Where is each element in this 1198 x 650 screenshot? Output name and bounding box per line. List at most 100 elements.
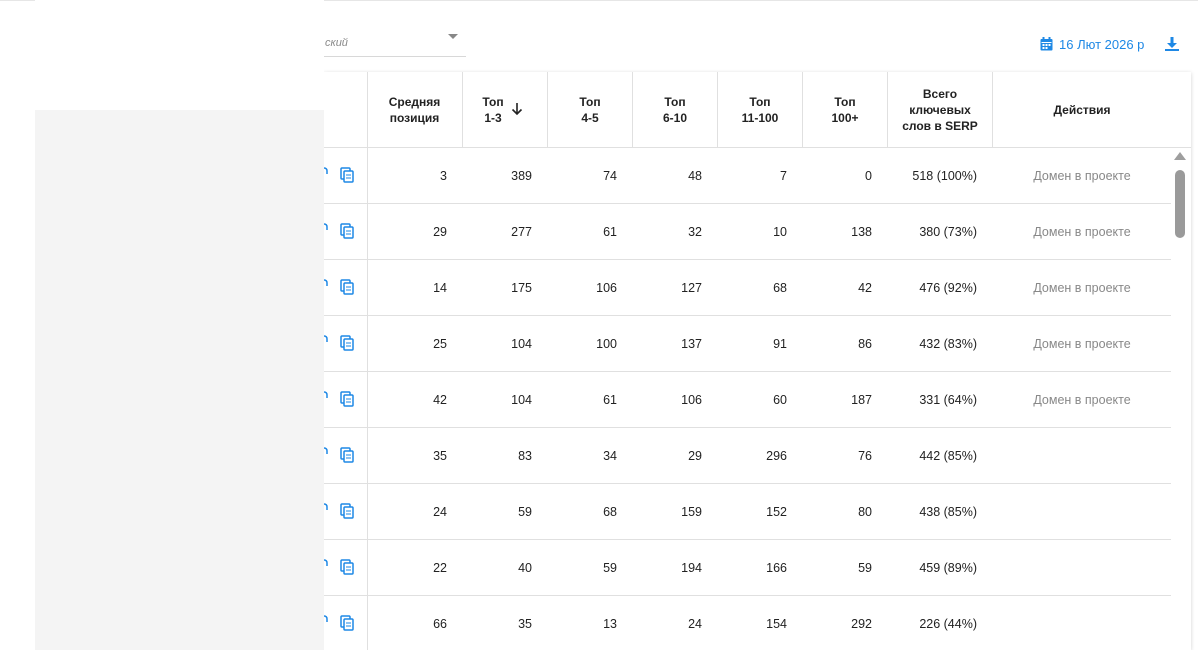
table-row: 3 389 74 48 7 0 518 (100%) Домен в проекте: [324, 148, 1171, 204]
table-row: 35 83 34 29 296 76 442 (85%): [324, 428, 1171, 484]
date-label: 16 Лют 2026 р: [1059, 36, 1145, 52]
search-engine-select[interactable]: ский: [315, 28, 466, 57]
link-icon-fragment: [324, 335, 328, 342]
cell-total-serp: 432 (83%): [919, 336, 977, 351]
cell-action: Домен в проекте: [1033, 280, 1131, 295]
cell-top-6-10: 159: [681, 504, 702, 519]
date-picker-button[interactable]: 16 Лют 2026 р: [1040, 36, 1144, 52]
side-panel: [35, 110, 324, 650]
cell-top-6-10: 106: [681, 392, 702, 407]
table-row: 66 35 13 24 154 292 226 (44%): [324, 596, 1171, 650]
cell-top-6-10: 32: [688, 224, 702, 239]
cell-action: [993, 596, 1171, 650]
scroll-up-arrow-icon[interactable]: [1174, 152, 1186, 160]
chevron-down-icon: [448, 34, 458, 39]
copy-icon[interactable]: [340, 335, 354, 351]
link-icon-fragment: [324, 503, 328, 510]
cell-total-serp: 476 (92%): [919, 280, 977, 295]
cell-top-100-plus: 138: [851, 224, 872, 239]
cell-top-11-100: 60: [773, 392, 787, 407]
cell-top-6-10: 127: [681, 280, 702, 295]
header-top-11-100[interactable]: Топ 11-100: [718, 72, 803, 147]
link-icon-fragment: [324, 167, 328, 174]
link-icon-fragment: [324, 615, 328, 622]
side-panel-top: [35, 0, 324, 110]
cell-avg-position: 22: [433, 560, 447, 575]
link-icon-fragment: [324, 447, 328, 454]
scrollbar-thumb[interactable]: [1175, 170, 1185, 238]
cell-top-1-3: 175: [511, 280, 532, 295]
cell-top-11-100: 296: [766, 448, 787, 463]
cell-top-100-plus: 42: [858, 280, 872, 295]
copy-icon[interactable]: [340, 391, 354, 407]
cell-avg-position: 25: [433, 336, 447, 351]
cell-avg-position: 3: [440, 168, 447, 183]
copy-icon[interactable]: [340, 447, 354, 463]
cell-top-1-3: 35: [518, 616, 532, 631]
cell-top-1-3: 104: [511, 392, 532, 407]
cell-top-100-plus: 80: [858, 504, 872, 519]
cell-avg-position: 24: [433, 504, 447, 519]
cell-total-serp: 380 (73%): [919, 224, 977, 239]
cell-top-11-100: 166: [766, 560, 787, 575]
cell-top-100-plus: 76: [858, 448, 872, 463]
cell-top-4-5: 100: [596, 336, 617, 351]
header-top-4-5[interactable]: Топ 4-5: [548, 72, 633, 147]
cell-top-11-100: 154: [766, 616, 787, 631]
header-total-serp[interactable]: Всего ключевых слов в SERP: [888, 72, 993, 147]
copy-icon[interactable]: [340, 167, 354, 183]
cell-total-serp: 226 (44%): [919, 616, 977, 631]
table-row: 22 40 59 194 166 59 459 (89%): [324, 540, 1171, 596]
domains-table: Средняя позиция Топ 1-3 Топ 4-5 Топ 6-10 Топ…: [324, 72, 1191, 650]
cell-total-serp: 459 (89%): [919, 560, 977, 575]
table-body: 3 389 74 48 7 0 518 (100%) Домен в проекте 29 277…: [324, 148, 1171, 650]
cell-action: Домен в проекте: [1033, 168, 1131, 183]
cell-top-4-5: 59: [603, 560, 617, 575]
cell-action: Домен в проекте: [1033, 392, 1131, 407]
copy-icon[interactable]: [340, 503, 354, 519]
cell-top-4-5: 13: [603, 616, 617, 631]
cell-total-serp: 331 (64%): [919, 392, 977, 407]
copy-icon[interactable]: [340, 615, 354, 631]
cell-top-6-10: 48: [688, 168, 702, 183]
table-row: 25 104 100 137 91 86 432 (83%) Домен в проекте: [324, 316, 1171, 372]
copy-icon[interactable]: [340, 223, 354, 239]
cell-top-4-5: 74: [603, 168, 617, 183]
cell-top-11-100: 68: [773, 280, 787, 295]
header-actions: Действия: [1053, 102, 1111, 117]
column-divider: [367, 72, 368, 650]
calendar-icon: [1040, 37, 1053, 51]
cell-top-1-3: 389: [511, 168, 532, 183]
table-row: 14 175 106 127 68 42 476 (92%) Домен в проекте: [324, 260, 1171, 316]
link-icon-fragment: [324, 279, 328, 286]
cell-top-100-plus: 187: [851, 392, 872, 407]
header-top-100-plus[interactable]: Топ 100+: [803, 72, 888, 147]
cell-top-4-5: 34: [603, 448, 617, 463]
cell-top-1-3: 104: [511, 336, 532, 351]
cell-top-4-5: 61: [603, 224, 617, 239]
cell-top-100-plus: 0: [865, 168, 872, 183]
cell-top-4-5: 61: [603, 392, 617, 407]
header-avg-position[interactable]: Средняя позиция: [367, 72, 463, 147]
download-button[interactable]: [1164, 36, 1180, 52]
header-top-1-3[interactable]: Топ 1-3: [463, 72, 548, 147]
table-row: 42 104 61 106 60 187 331 (64%) Домен в проекте: [324, 372, 1171, 428]
copy-icon[interactable]: [340, 279, 354, 295]
cell-total-serp: 518 (100%): [912, 168, 977, 183]
cell-top-4-5: 68: [603, 504, 617, 519]
cell-top-6-10: 194: [681, 560, 702, 575]
header-top-6-10[interactable]: Топ 6-10: [633, 72, 718, 147]
cell-avg-position: 42: [433, 392, 447, 407]
cell-top-11-100: 10: [773, 224, 787, 239]
copy-icon[interactable]: [340, 559, 354, 575]
cell-top-1-3: 40: [518, 560, 532, 575]
table-row: 29 277 61 32 10 138 380 (73%) Домен в проекте: [324, 204, 1171, 260]
cell-top-100-plus: 59: [858, 560, 872, 575]
cell-avg-position: 66: [433, 616, 447, 631]
link-icon-fragment: [324, 391, 328, 398]
cell-total-serp: 442 (85%): [919, 448, 977, 463]
cell-avg-position: 29: [433, 224, 447, 239]
arrow-down-icon[interactable]: [511, 102, 523, 116]
link-icon-fragment: [324, 559, 328, 566]
table-header: Средняя позиция Топ 1-3 Топ 4-5 Топ 6-10 Топ…: [324, 72, 1191, 148]
